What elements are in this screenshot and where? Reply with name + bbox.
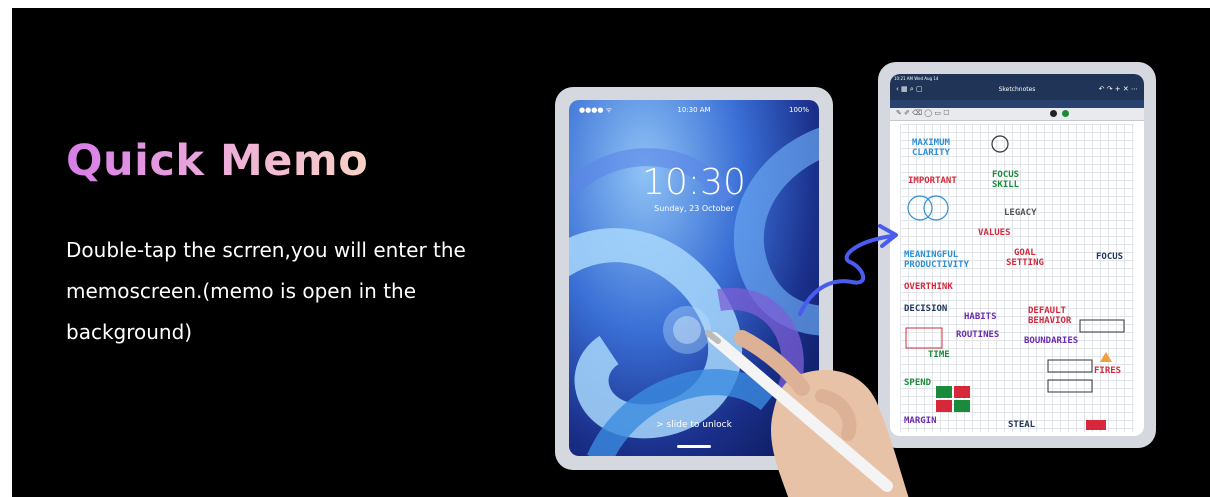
notes-title: Sketchnotes [998,86,1036,93]
notes-status-time: 10:21 AM Wed Aug 14 [894,76,939,81]
lock-date: Sunday, 23 October [654,204,734,213]
pen-tools-icon[interactable]: ✎ ✐ ⌫ ◯ ▭ ☐ [896,109,949,117]
hand-with-stylus [705,330,909,497]
feature-description: Double-tap the scrren,you will enter the… [66,238,466,344]
lock-time: 10:30 [642,162,746,203]
product-banner: Quick Memo Double-tap the scrren,you wil… [12,8,1210,497]
color-green[interactable] [1062,110,1069,117]
page-title: Quick Memo [66,136,369,186]
battery-level: 100% [788,106,809,114]
notes-tabs [890,100,1144,108]
status-time: 10:30 AM [677,106,711,114]
pen-tools[interactable]: ✎ ✐ ⌫ ◯ ▭ ☐ [890,108,1144,121]
color-black[interactable] [1050,110,1057,117]
